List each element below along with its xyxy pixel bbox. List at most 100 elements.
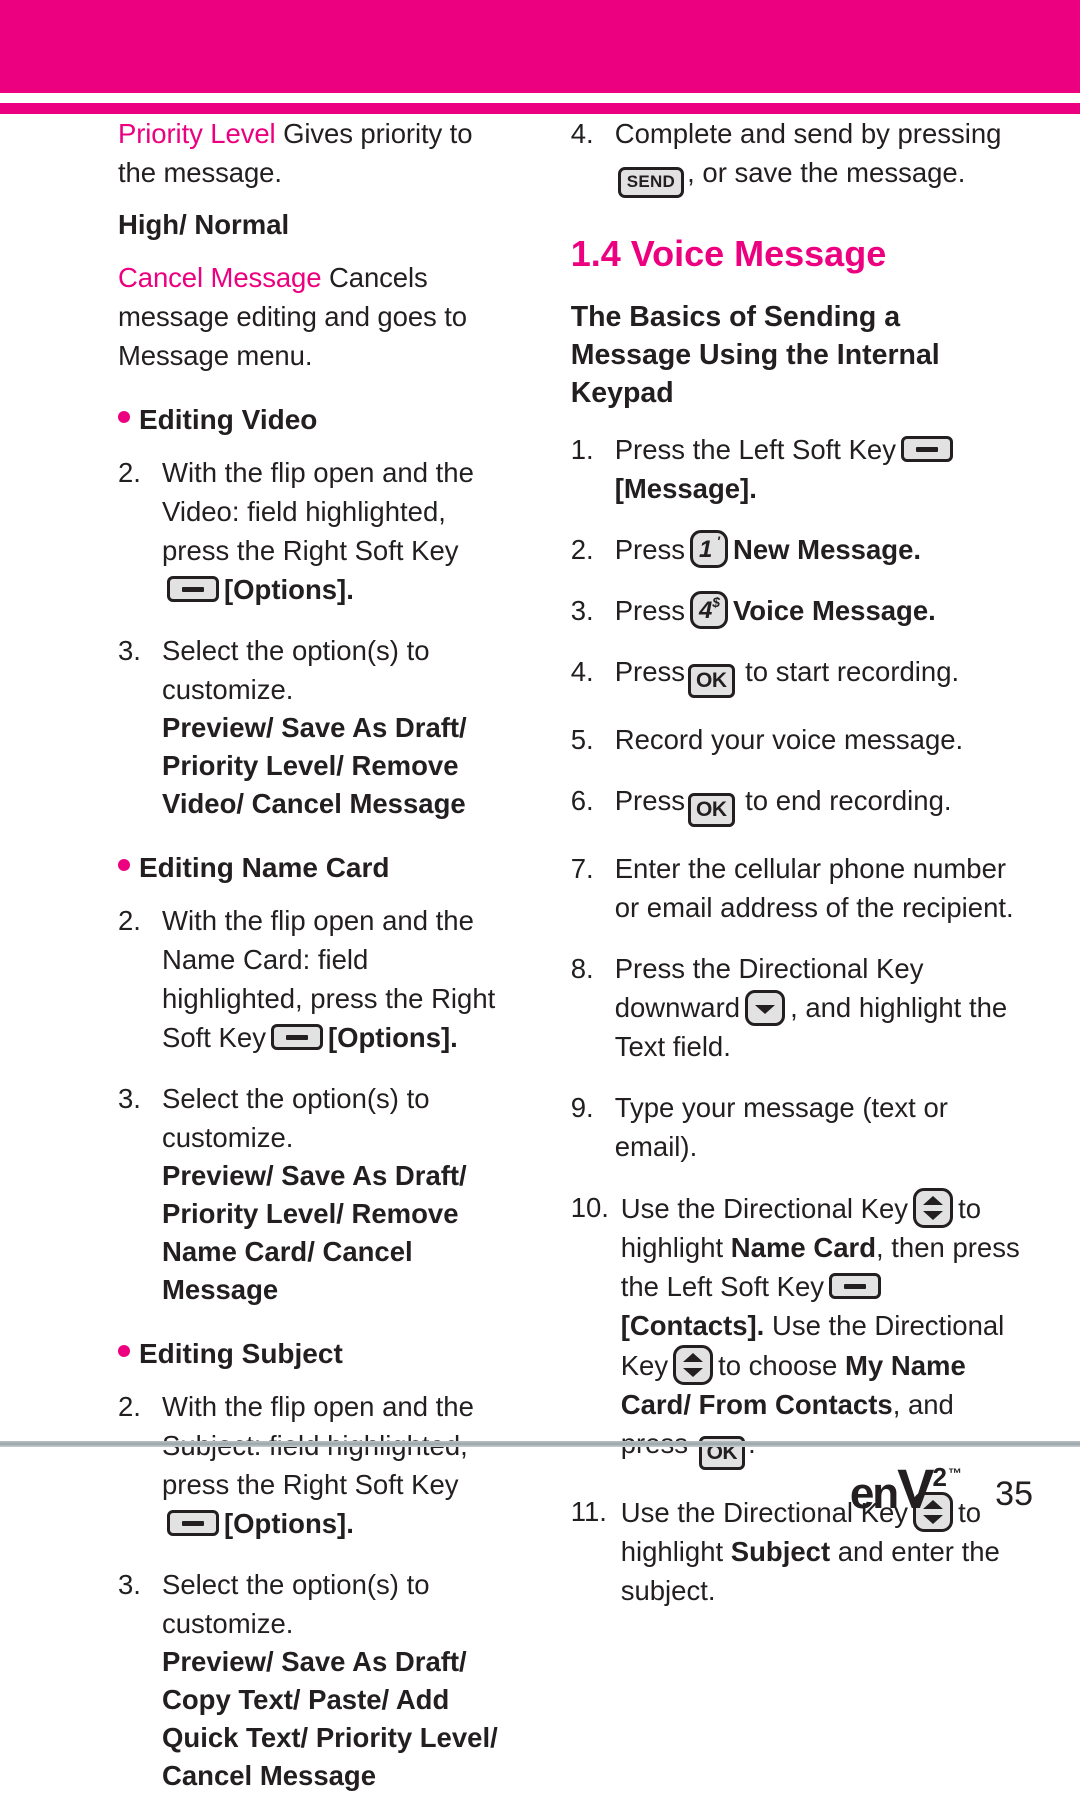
directional-key-updown-icon bbox=[913, 1188, 954, 1228]
list-item-body: Type your message (text or email). bbox=[614, 1092, 948, 1162]
ok-key-icon: OK bbox=[688, 664, 735, 698]
list-item-number: 8. bbox=[570, 953, 594, 984]
keypad-superscript: $ bbox=[712, 594, 720, 610]
list-item: 5. Record your voice message. bbox=[571, 720, 1020, 759]
list-item-number: 3. bbox=[118, 1083, 141, 1114]
chevron-up-icon bbox=[923, 1196, 944, 1205]
list-item-number: 2. bbox=[118, 905, 141, 936]
logo-text-en: en bbox=[849, 1469, 899, 1518]
list-item-number: 6. bbox=[570, 785, 594, 816]
list-item-number: 5. bbox=[570, 724, 594, 755]
list-item-body: Select the option(s) to customize. Previ… bbox=[162, 1565, 509, 1795]
step-text-p1: Use the Directional Key bbox=[620, 1193, 909, 1224]
list-item-body: Select the option(s) to customize. Previ… bbox=[162, 1079, 509, 1309]
heading-editing-subject-label: Editing Subject bbox=[139, 1338, 343, 1369]
bullet-dot-icon bbox=[118, 411, 130, 423]
step-text-p7: to choose bbox=[718, 1350, 838, 1381]
list-item: 7. Enter the cellular phone number or em… bbox=[571, 849, 1020, 927]
step-text-b: [Options]. bbox=[224, 574, 354, 605]
step-text-a: With the flip open and the Video: field … bbox=[162, 457, 474, 566]
list-item: 2. With the flip open and the Video: fie… bbox=[118, 453, 509, 609]
send-key-icon: SEND bbox=[617, 167, 685, 198]
list-item: 3. Select the option(s) to customize. Pr… bbox=[118, 631, 509, 823]
soft-key-icon bbox=[900, 436, 953, 462]
list-item-number: 4. bbox=[570, 656, 594, 687]
list-item-body: Enter the cellular phone number or email… bbox=[614, 853, 1014, 923]
list-item: 4. Complete and send by pressing SEND, or… bbox=[571, 114, 1020, 198]
list-item-body: With the flip open and the Name Card: fi… bbox=[162, 901, 509, 1057]
step-text: Select the option(s) to customize. bbox=[162, 635, 430, 705]
priority-level-term: Priority Level bbox=[118, 118, 276, 149]
step-text-a: Press bbox=[614, 656, 685, 687]
step-text-b: to start recording. bbox=[745, 656, 960, 687]
step-text-b: Voice Message. bbox=[733, 595, 936, 626]
step-text-a: Complete and send by pressing bbox=[614, 118, 1002, 149]
list-item: 2. With the flip open and the Name Card:… bbox=[118, 901, 509, 1057]
chevron-up-icon bbox=[683, 1353, 704, 1362]
step-text-a: Press bbox=[614, 595, 685, 626]
list-item: 3. Press 4 $ Voice Message. bbox=[571, 591, 1020, 630]
step-text: Select the option(s) to customize. bbox=[162, 1569, 430, 1639]
page-number: 35 bbox=[995, 1475, 1033, 1513]
step-text-b: [Options]. bbox=[327, 1022, 458, 1053]
list-item-body: Press the Left Soft Key [Message]. bbox=[615, 430, 1020, 508]
options-list: Preview/ Save As Draft/ Priority Level/ … bbox=[162, 712, 467, 819]
list-item-body: Press the Directional Key downward, and … bbox=[615, 949, 1020, 1066]
left-column: Priority Level Gives priority to the mes… bbox=[118, 114, 509, 1791]
list-item: 3. Select the option(s) to customize. Pr… bbox=[118, 1565, 509, 1795]
list-item-number: 10. bbox=[570, 1192, 609, 1223]
list-item-body: Complete and send by pressing SEND, or sa… bbox=[615, 114, 1020, 198]
list-item-number: 7. bbox=[570, 853, 594, 884]
step-text-a: Press bbox=[614, 785, 685, 816]
env2-logo: enV2™ bbox=[850, 1461, 962, 1517]
step-text-a: Press bbox=[614, 534, 685, 565]
footer-rule bbox=[0, 1441, 1080, 1447]
cancel-message-term: Cancel Message bbox=[118, 262, 322, 293]
bullet-dot-icon bbox=[118, 859, 130, 871]
list-item-body: Press OK to start recording. bbox=[615, 652, 1020, 698]
step-text-b: to end recording. bbox=[745, 785, 952, 816]
page-footer: enV2™ 35 bbox=[0, 1455, 1080, 1545]
step-text-b: , or save the message. bbox=[687, 157, 966, 188]
list-item-number: 2. bbox=[118, 457, 141, 488]
list-item-number: 3. bbox=[570, 595, 594, 626]
list-item: 6. Press OK to end recording. bbox=[571, 781, 1020, 827]
soft-key-icon bbox=[167, 576, 219, 602]
list-item: 3. Select the option(s) to customize. Pr… bbox=[118, 1079, 509, 1309]
heading-editing-name-card: Editing Name Card bbox=[118, 849, 509, 887]
list-item-body: Press 4 $ Voice Message. bbox=[615, 591, 1020, 630]
logo-superscript-2: 2 bbox=[932, 1462, 947, 1492]
ok-key-icon: OK bbox=[688, 793, 735, 827]
list-item-body: Select the option(s) to customize. Previ… bbox=[162, 631, 509, 823]
chevron-down-icon bbox=[683, 1368, 704, 1377]
keypad-key-4-icon: 4 $ bbox=[690, 591, 728, 629]
step-text-p5: [Contacts]. bbox=[620, 1310, 765, 1341]
chevron-down-icon bbox=[755, 1005, 776, 1014]
list-item-number: 9. bbox=[570, 1092, 594, 1123]
heading-editing-video: Editing Video bbox=[118, 401, 509, 439]
options-list: Preview/ Save As Draft/ Priority Level/ … bbox=[162, 1160, 467, 1305]
section-title: 1.4 Voice Message bbox=[570, 233, 887, 274]
options-list: Preview/ Save As Draft/ Copy Text/ Paste… bbox=[162, 1646, 498, 1791]
step-text-a: Press the Left Soft Key bbox=[614, 434, 896, 465]
list-item: 2. Press 1 ' New Message. bbox=[571, 530, 1020, 569]
logo-trademark-icon: ™ bbox=[948, 1465, 962, 1481]
step-text-b: New Message. bbox=[733, 534, 922, 565]
priority-level-definition: Priority Level Gives priority to the mes… bbox=[118, 114, 509, 192]
directional-key-updown-icon bbox=[673, 1345, 714, 1385]
keypad-superscript: ' bbox=[716, 533, 720, 549]
list-item-body: Record your voice message. bbox=[614, 724, 964, 755]
keypad-digit: 1 bbox=[699, 536, 713, 563]
list-item-number: 1. bbox=[570, 434, 594, 465]
list-item: 8. Press the Directional Key downward, a… bbox=[571, 949, 1020, 1066]
keypad-key-1-icon: 1 ' bbox=[690, 530, 728, 568]
header-color-band bbox=[0, 0, 1080, 93]
header-accent-rule bbox=[0, 103, 1080, 114]
heading-editing-name-card-label: Editing Name Card bbox=[139, 852, 390, 883]
right-column: 4. Complete and send by pressing SEND, or… bbox=[570, 114, 1020, 1606]
list-item-number: 3. bbox=[118, 635, 141, 666]
section-subtitle: The Basics of Sending a Message Using th… bbox=[570, 301, 940, 409]
keypad-digit: 4 bbox=[699, 597, 713, 624]
cancel-message-definition: Cancel Message Cancels message editing a… bbox=[118, 258, 509, 375]
page-content: Priority Level Gives priority to the mes… bbox=[0, 114, 1080, 1791]
